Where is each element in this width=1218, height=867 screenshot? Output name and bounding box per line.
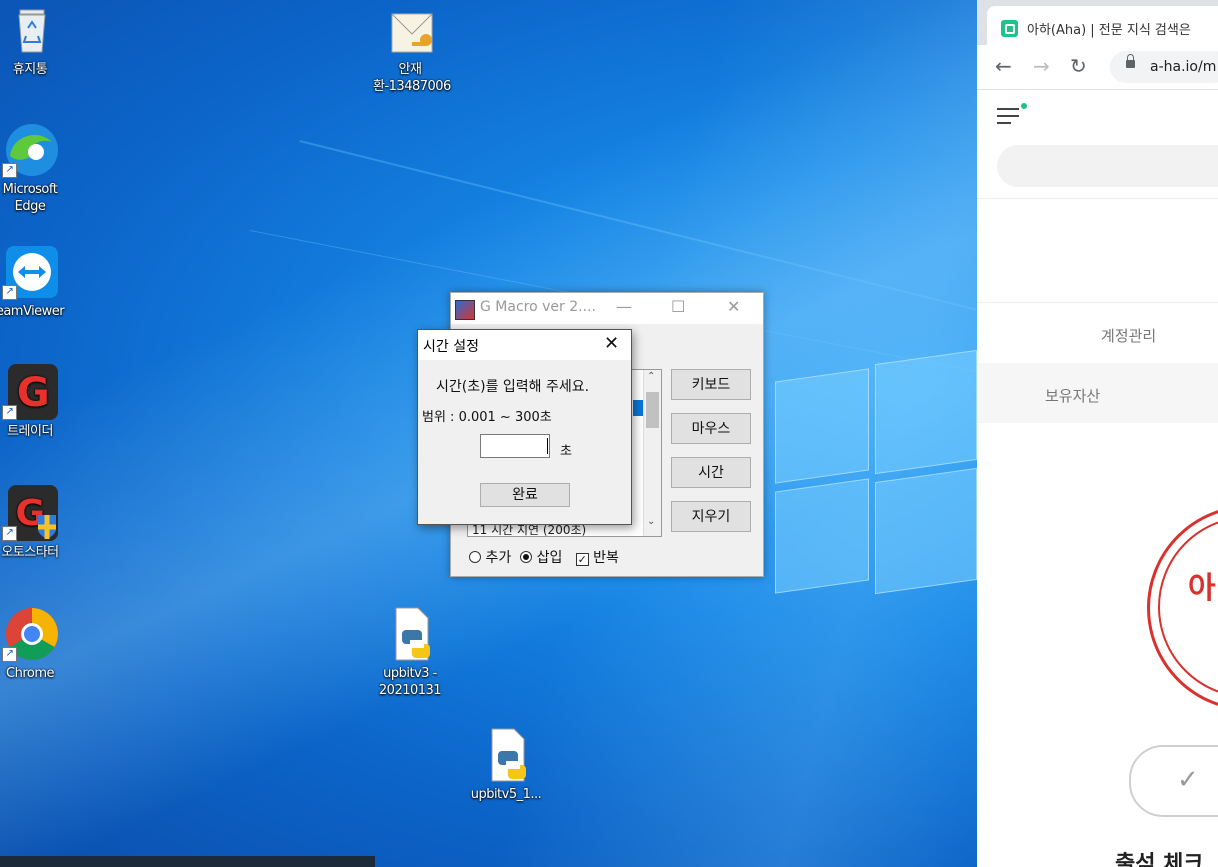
python-file-icon	[478, 727, 534, 783]
g-macro-titlebar[interactable]: G Macro ver 2.... — ☐ ✕	[451, 293, 763, 324]
desktop-icon-g-autostarter[interactable]: G ↗ 오토스타터	[0, 485, 67, 561]
scrollbar-thumb[interactable]	[646, 392, 659, 428]
light-beam	[299, 140, 980, 312]
list-scrollbar[interactable]: ⌃ ⌄	[643, 370, 661, 536]
checkmark-icon: ✓	[1177, 765, 1199, 795]
dialog-prompt: 시간(초)를 입력해 주세요.	[436, 379, 590, 395]
attendance-heading: 출석 체크	[1115, 852, 1204, 867]
desktop-icon-teamviewer[interactable]: ↗ eamViewer	[0, 244, 67, 320]
mail-key-file-icon	[382, 2, 438, 58]
svg-text:G: G	[17, 370, 49, 416]
shortcut-arrow-icon: ↗	[2, 405, 17, 420]
desktop-icon-upbitv5[interactable]: upbitv5_1...	[469, 727, 543, 803]
desktop-icon-mail-file[interactable]: 안재환-13487006	[373, 2, 451, 95]
erase-button[interactable]: 지우기	[671, 501, 751, 532]
address-bar[interactable]: a-ha.io/m	[1110, 51, 1218, 83]
keyboard-button[interactable]: 키보드	[671, 369, 751, 400]
desktop-icon-label: 휴지통	[12, 62, 48, 77]
assets-row[interactable]: 보유자산	[977, 363, 1218, 423]
check-in-button[interactable]: ✓	[1129, 745, 1218, 817]
teamviewer-icon: ↗	[2, 244, 58, 300]
windows-logo-reflection	[775, 345, 980, 605]
mouse-button[interactable]: 마우스	[671, 413, 751, 444]
nav-assets-link[interactable]: 보유자산	[1045, 385, 1100, 406]
add-radio-label: 추가	[485, 550, 512, 566]
dialog-range: 범위 : 0.001 ~ 300초	[422, 410, 552, 425]
chrome-icon: ↗	[2, 606, 58, 662]
desktop-icon-label: 안재환-13487006	[373, 62, 451, 94]
aha-favicon-icon	[1001, 20, 1018, 37]
insert-mode-options: 추가 삽입 ✓ 반복	[469, 547, 619, 567]
url-text: a-ha.io/m	[1150, 59, 1217, 75]
browser-window: 아하(Aha) | 전문 지식 검색은 ← → ↻ a-ha.io/m 계정관리…	[977, 0, 1218, 867]
time-button[interactable]: 시간	[671, 457, 751, 488]
desktop-icon-label: 트레이더	[7, 424, 53, 439]
desktop-icon-label: upbitv3 - 20210131	[378, 666, 442, 698]
insert-radio-label: 삽입	[536, 550, 563, 566]
hamburger-menu-icon[interactable]	[997, 103, 1027, 126]
desktop-icon-label: Chrome	[6, 666, 55, 681]
stamp-text: 아	[1188, 571, 1216, 606]
forward-arrow-icon[interactable]: →	[1033, 54, 1050, 78]
shortcut-arrow-icon: ↗	[2, 526, 17, 541]
g-trader-icon: G ↗	[2, 364, 58, 420]
repeat-checkbox-label: 반복	[593, 550, 619, 566]
add-radio[interactable]	[469, 551, 481, 563]
g-macro-title: G Macro ver 2....	[480, 299, 596, 315]
tab-bar: 아하(Aha) | 전문 지식 검색은	[977, 0, 1218, 45]
nav-account-link[interactable]: 계정관리	[1101, 325, 1156, 346]
shortcut-arrow-icon: ↗	[2, 285, 17, 300]
g-macro-app-icon	[455, 300, 475, 320]
lock-icon	[1126, 54, 1135, 68]
reload-icon[interactable]: ↻	[1070, 54, 1087, 78]
desktop-icon-label: eamViewer	[0, 304, 65, 319]
repeat-checkbox[interactable]: ✓	[575, 553, 589, 566]
stamp-inner-ring	[1158, 516, 1218, 698]
text-caret	[547, 438, 548, 454]
python-file-icon	[382, 606, 438, 662]
desktop-icon-edge[interactable]: ↗ Microsoft Edge	[0, 122, 67, 215]
ok-button[interactable]: 완료	[480, 483, 570, 507]
list-selection	[633, 400, 643, 416]
edge-icon: ↗	[2, 122, 58, 178]
seconds-unit-label: 초	[560, 444, 572, 459]
divider	[977, 302, 1218, 303]
dialog-title: 시간 설정	[423, 339, 479, 355]
shortcut-arrow-icon: ↗	[2, 647, 17, 662]
close-icon[interactable]: ✕	[604, 333, 619, 354]
shortcut-arrow-icon: ↗	[2, 163, 17, 178]
back-arrow-icon[interactable]: ←	[995, 54, 1012, 78]
divider	[977, 198, 1218, 199]
desktop-icon-label: Microsoft Edge	[2, 182, 58, 214]
browser-toolbar: ← → ↻ a-ha.io/m	[977, 45, 1218, 90]
g-autostarter-icon: G ↗	[2, 485, 58, 541]
recycle-bin-icon	[2, 2, 58, 58]
notification-dot-icon	[1021, 103, 1027, 109]
seconds-input[interactable]	[480, 434, 550, 458]
desktop-icon-recycle-bin[interactable]: 휴지통	[0, 2, 67, 78]
site-search-input[interactable]	[997, 145, 1218, 187]
desktop-icon-chrome[interactable]: ↗ Chrome	[0, 606, 67, 682]
scroll-down-icon[interactable]: ⌄	[647, 516, 655, 527]
dialog-titlebar[interactable]: 시간 설정 ✕	[418, 330, 631, 360]
insert-radio[interactable]	[520, 551, 533, 563]
desktop-icon-upbitv3[interactable]: upbitv3 - 20210131	[373, 606, 447, 699]
scroll-up-icon[interactable]: ⌃	[647, 371, 655, 382]
desktop-icon-label: 오토스타터	[1, 545, 59, 560]
desktop-icon-label: upbitv5_1...	[470, 787, 542, 802]
taskbar-edge	[0, 856, 375, 867]
attendance-stamp: 아	[1147, 505, 1218, 711]
time-setting-dialog: 시간 설정 ✕ 시간(초)를 입력해 주세요. 범위 : 0.001 ~ 300…	[417, 329, 632, 525]
close-icon[interactable]: ✕	[727, 297, 740, 316]
maximize-icon[interactable]: ☐	[671, 297, 685, 316]
tab-title: 아하(Aha) | 전문 지식 검색은	[1027, 23, 1191, 38]
browser-tab[interactable]: 아하(Aha) | 전문 지식 검색은	[987, 6, 1218, 45]
desktop-icon-g-trader[interactable]: G ↗ 트레이더	[0, 364, 67, 440]
minimize-icon[interactable]: —	[616, 297, 632, 316]
